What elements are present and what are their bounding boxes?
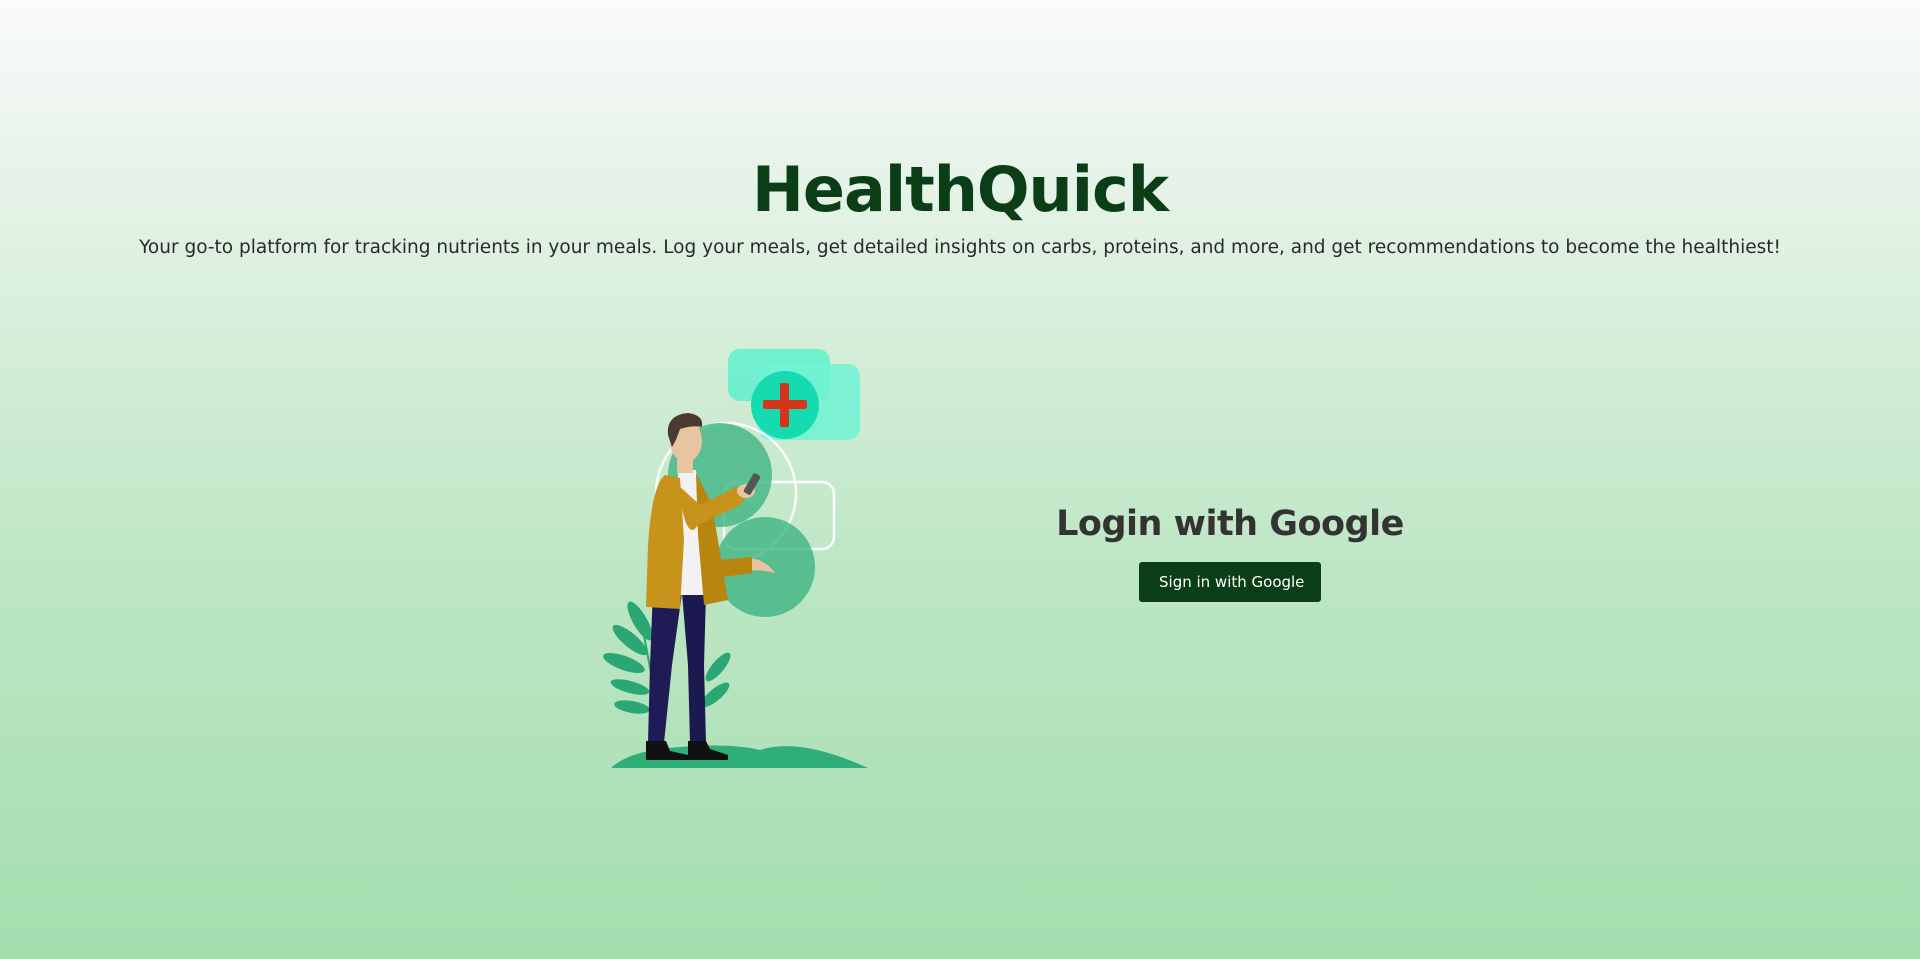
login-heading: Login with Google [1056,504,1404,544]
medical-cross-icon [751,371,819,439]
sign-in-with-google-button[interactable]: Sign in with Google [1139,562,1321,602]
jacket-left [646,475,684,609]
landing-page: HealthQuick Your go-to platform for trac… [0,0,1920,959]
hero-illustration [600,345,880,770]
app-tagline: Your go-to platform for tracking nutrien… [139,237,1781,258]
app-title: HealthQuick [752,153,1169,226]
login-panel: Login with Google Sign in with Google [1030,496,1430,602]
